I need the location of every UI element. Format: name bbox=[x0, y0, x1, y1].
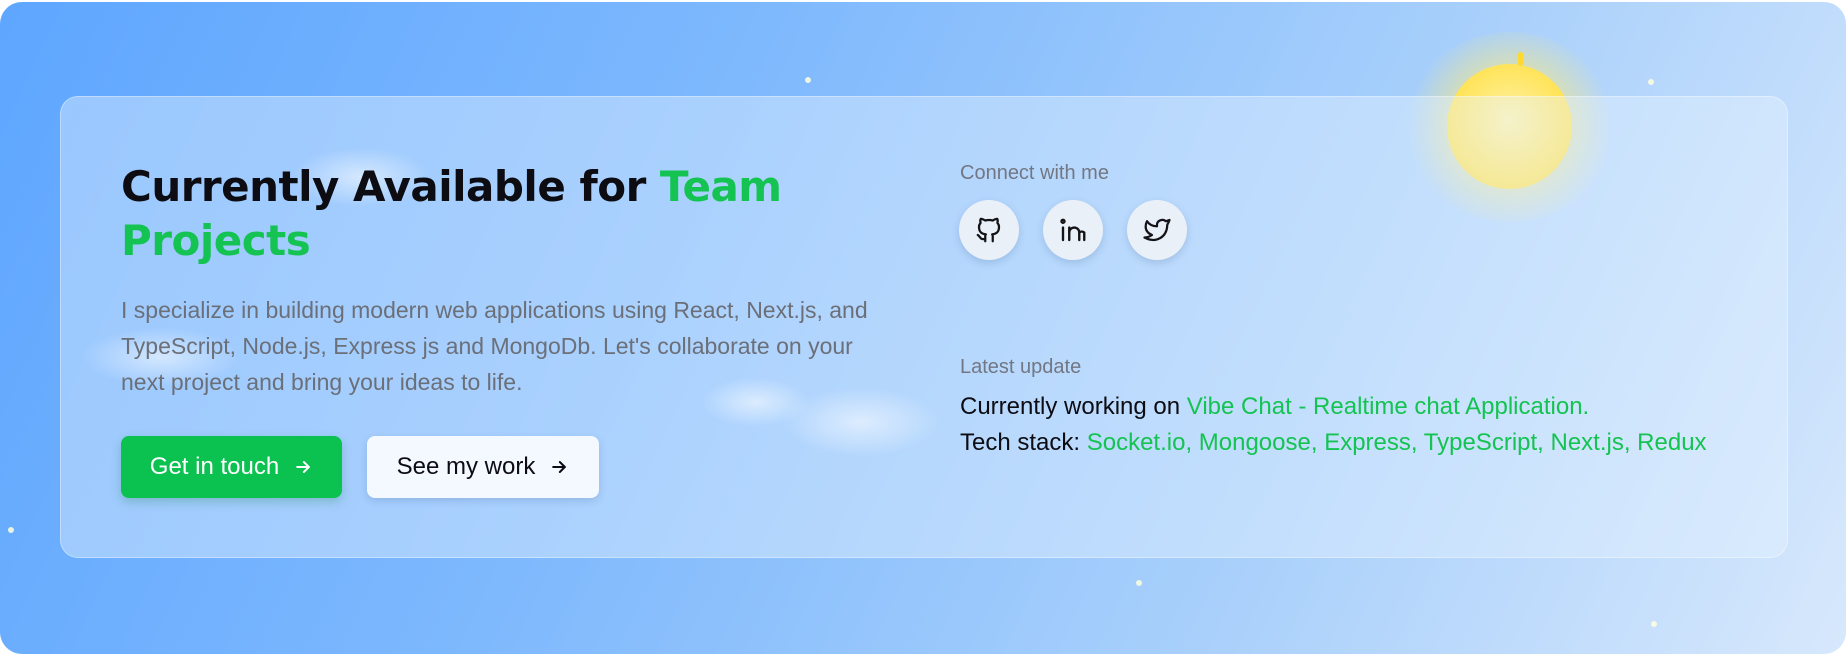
tech-stack-line: Tech stack: Socket.io, Mongoose, Express… bbox=[960, 425, 1740, 461]
current-project-link[interactable]: Vibe Chat - Realtime chat Application. bbox=[1187, 393, 1589, 420]
sparkle bbox=[1136, 580, 1142, 586]
arrow-right-icon bbox=[296, 461, 311, 473]
latest-update-label: Latest update bbox=[960, 356, 1082, 378]
working-prefix: Currently working on bbox=[960, 393, 1187, 420]
github-icon bbox=[976, 217, 1001, 243]
title-prefix: Currently Available for bbox=[121, 162, 660, 211]
stack-prefix: Tech stack: bbox=[960, 429, 1087, 456]
linkedin-link[interactable] bbox=[1043, 200, 1103, 260]
sun-ray bbox=[1518, 52, 1523, 66]
tech-stack-list: Socket.io, Mongoose, Express, TypeScript… bbox=[1086, 429, 1707, 456]
linkedin-icon bbox=[1060, 218, 1086, 242]
arrow-right-icon bbox=[552, 461, 567, 473]
get-in-touch-label: Get in touch bbox=[149, 453, 280, 480]
sparkle bbox=[1651, 621, 1657, 627]
get-in-touch-button[interactable]: Get in touch bbox=[121, 436, 342, 498]
sparkle bbox=[805, 77, 811, 83]
sparkle bbox=[8, 527, 14, 533]
connect-label: Connect with me bbox=[960, 162, 1109, 184]
sparkle bbox=[1648, 79, 1654, 85]
page-title: Currently Available for Team Projects bbox=[121, 160, 821, 268]
intro-description: I specialize in building modern web appl… bbox=[121, 297, 868, 395]
twitter-link[interactable] bbox=[1127, 200, 1187, 260]
twitter-icon bbox=[1143, 218, 1171, 242]
latest-update-text: Currently working on Vibe Chat - Realtim… bbox=[960, 389, 1740, 461]
see-my-work-label: See my work bbox=[396, 453, 536, 480]
see-my-work-button[interactable]: See my work bbox=[367, 436, 599, 498]
current-project-line: Currently working on Vibe Chat - Realtim… bbox=[960, 389, 1740, 425]
github-link[interactable] bbox=[959, 200, 1019, 260]
